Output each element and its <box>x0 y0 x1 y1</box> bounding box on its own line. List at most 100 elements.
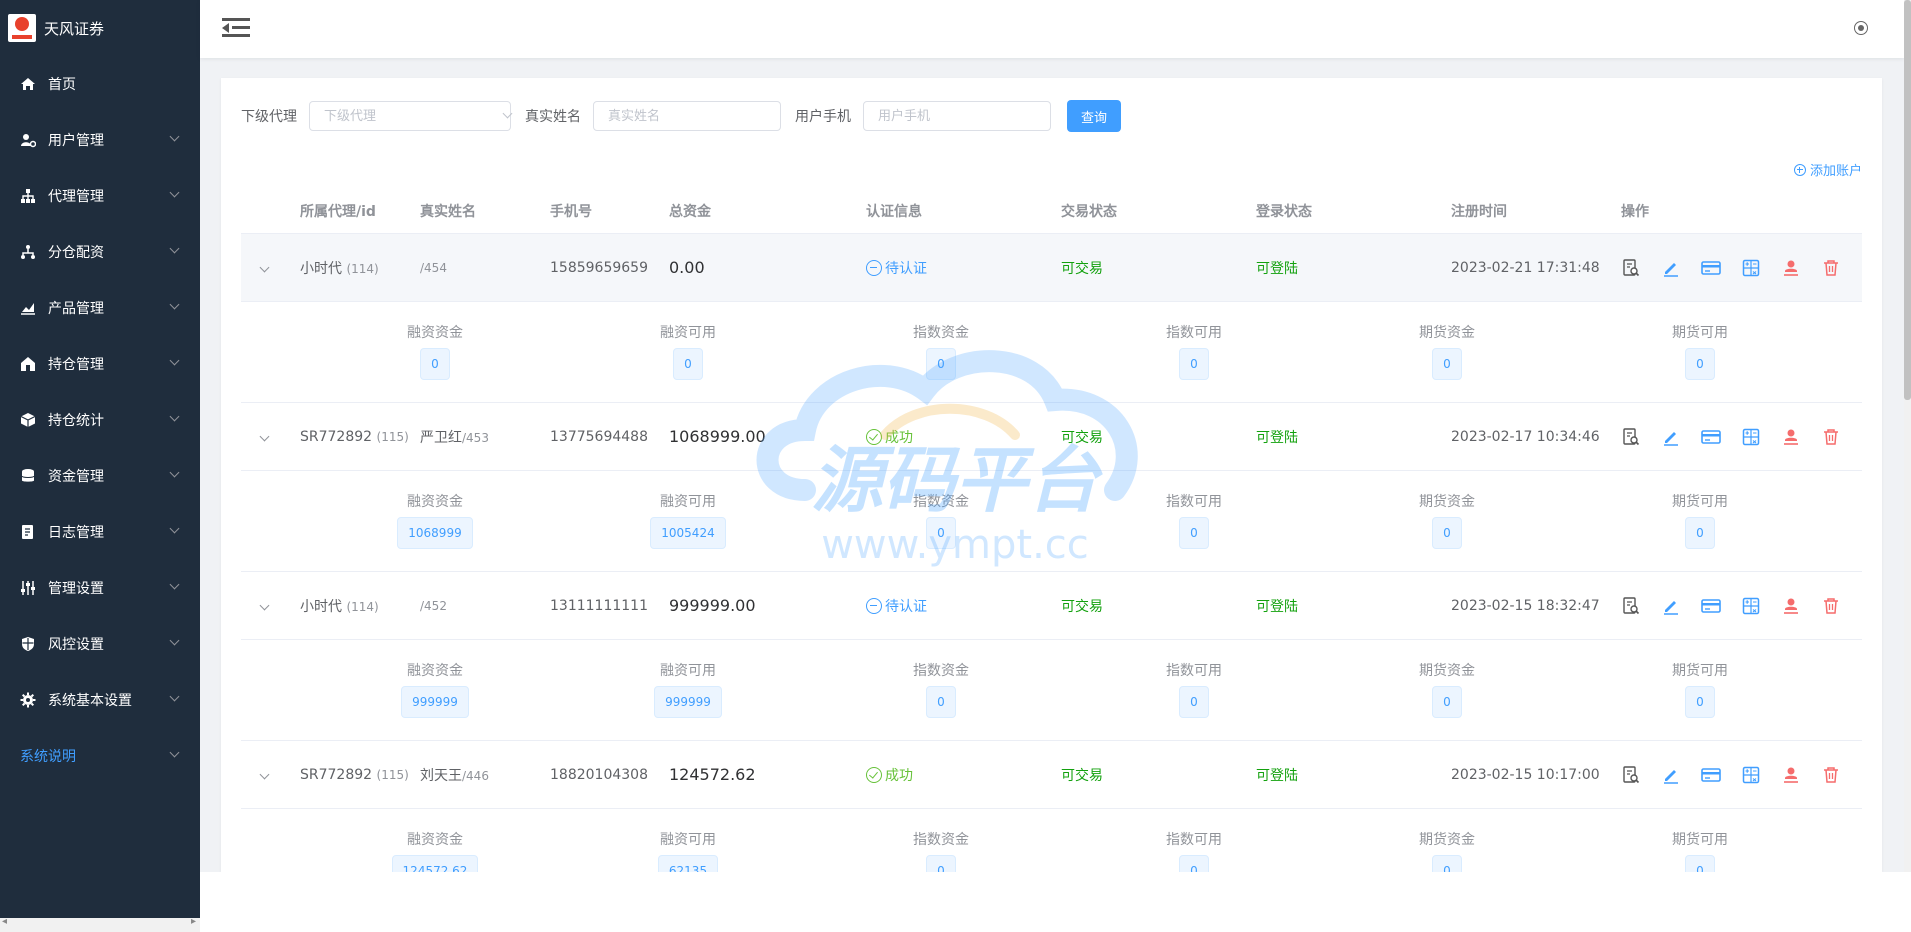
sidebar-item-2[interactable]: 代理管理 <box>0 168 200 224</box>
doc-search-icon[interactable] <box>1621 427 1641 447</box>
add-account-label: 添加账户 <box>1809 164 1862 179</box>
menu-toggle-icon[interactable] <box>222 16 250 40</box>
sidebar-item-1[interactable]: 用户管理 <box>0 112 200 168</box>
trash-icon[interactable] <box>1821 765 1841 785</box>
agent-cell: SR772892 (115) <box>300 429 409 445</box>
chevron-down-icon <box>169 355 180 366</box>
trash-icon[interactable] <box>1821 258 1841 278</box>
sidebar-item-3[interactable]: 分仓配资 <box>0 224 200 280</box>
edit-pencil-icon[interactable] <box>1661 427 1681 447</box>
expand-chevron-icon[interactable] <box>259 431 270 442</box>
chevron-down-icon <box>169 411 180 422</box>
phone-input[interactable] <box>863 101 1051 131</box>
card-icon[interactable] <box>1701 765 1721 785</box>
calculator-icon[interactable] <box>1741 258 1761 278</box>
detail-label: 融资可用 <box>660 663 716 679</box>
doc-search-icon[interactable] <box>1621 765 1641 785</box>
expand-chevron-icon[interactable] <box>259 769 270 780</box>
detail-value-tag: 0 <box>1432 517 1462 549</box>
detail-field: 指数资金 0 <box>841 829 1041 872</box>
real-name: 刘天王 <box>420 767 462 784</box>
auth-status: 成功 <box>866 427 913 447</box>
agent-name: SR772892 <box>300 766 373 783</box>
sidebar-item-5[interactable]: 持仓管理 <box>0 336 200 392</box>
detail-label: 融资资金 <box>407 494 463 510</box>
table-row[interactable]: SR772892 (115) 刘天王/446 18820104308 124572.6… <box>241 741 1862 809</box>
card-icon[interactable] <box>1701 258 1721 278</box>
card-icon[interactable] <box>1701 596 1721 616</box>
real-name-input[interactable] <box>593 101 781 131</box>
trash-icon[interactable] <box>1821 596 1841 616</box>
detail-value-tag: 0 <box>1432 855 1462 872</box>
trade-status: 可交易 <box>1061 429 1103 446</box>
agent-id: (114) <box>346 261 379 276</box>
sidebar-item-label: 代理管理 <box>48 189 104 205</box>
content-card: 下级代理 真实姓名 用户手机 查询 添加账户 所属代理/id真实姓名手机号总资金… <box>221 78 1882 872</box>
add-account-link[interactable]: 添加账户 <box>1793 160 1862 179</box>
sidebar-item-label: 用户管理 <box>48 133 104 149</box>
detail-value-tag: 0 <box>1179 855 1209 872</box>
total-funds-cell: 999999.00 <box>669 596 756 615</box>
auth-status: 待认证 <box>866 258 927 278</box>
expand-chevron-icon[interactable] <box>259 262 270 273</box>
sidebar-item-12[interactable]: 系统说明 <box>0 728 200 784</box>
edit-pencil-icon[interactable] <box>1661 596 1681 616</box>
column-header: 登录状态 <box>1256 203 1312 220</box>
table-row[interactable]: 小时代 (114) /452 13111111111 999999.00 待认证 可交易 可… <box>241 572 1862 640</box>
horizontal-scrollbar[interactable] <box>0 916 200 932</box>
operations-cell <box>1621 765 1861 785</box>
trash-icon[interactable] <box>1821 427 1841 447</box>
column-header: 认证信息 <box>866 203 922 220</box>
calculator-icon[interactable] <box>1741 765 1761 785</box>
sidebar-item-4[interactable]: 产品管理 <box>0 280 200 336</box>
org-tree-icon <box>20 188 36 204</box>
detail-field: 期货资金 0 <box>1347 829 1547 872</box>
agent-name: 小时代 <box>300 598 342 615</box>
user-red-icon[interactable] <box>1781 765 1801 785</box>
minus-circle-icon <box>866 259 882 276</box>
sidebar-item-6[interactable]: 持仓统计 <box>0 392 200 448</box>
vertical-scrollbar[interactable] <box>1904 0 1911 872</box>
user-red-icon[interactable] <box>1781 596 1801 616</box>
detail-field: 期货可用 0 <box>1600 660 1800 718</box>
table-header: 所属代理/id 真实姓名 手机号 总资金 认证信息 交易状态 登录状态 注册时间 操作 <box>241 188 1862 234</box>
sidebar-item-8[interactable]: 日志管理 <box>0 504 200 560</box>
detail-value-tag: 0 <box>1432 686 1462 718</box>
row-detail: 融资资金 1068999 融资可用 1005424 指数资金 0 指数可用 0 期货资金 0 期货可… <box>241 471 1862 572</box>
chevron-down-icon <box>169 187 180 198</box>
sidebar-item-10[interactable]: 风控设置 <box>0 616 200 672</box>
settings-dot-icon[interactable] <box>1854 21 1868 35</box>
detail-label: 指数资金 <box>913 325 969 341</box>
table-row[interactable]: SR772892 (115) 严卫红/453 13775694488 1068999.… <box>241 403 1862 471</box>
query-button[interactable]: 查询 <box>1067 100 1122 132</box>
detail-label: 指数资金 <box>913 663 969 679</box>
agent-select[interactable] <box>309 101 525 131</box>
edit-pencil-icon[interactable] <box>1661 765 1681 785</box>
detail-label: 期货资金 <box>1419 494 1475 510</box>
agent-name: 小时代 <box>300 260 342 277</box>
detail-value-tag: 0 <box>1179 348 1209 380</box>
auth-text: 待认证 <box>885 260 927 277</box>
agent-select-input[interactable] <box>309 101 511 131</box>
detail-field: 期货可用 0 <box>1600 829 1800 872</box>
expand-chevron-icon[interactable] <box>259 600 270 611</box>
card-icon[interactable] <box>1701 427 1721 447</box>
detail-field: 期货可用 0 <box>1600 491 1800 549</box>
sidebar-item-7[interactable]: 资金管理 <box>0 448 200 504</box>
user-red-icon[interactable] <box>1781 427 1801 447</box>
brand-logo[interactable]: 天风证券 <box>0 0 200 56</box>
doc-search-icon[interactable] <box>1621 596 1641 616</box>
auth-status: 待认证 <box>866 596 927 616</box>
sidebar-item-9[interactable]: 管理设置 <box>0 560 200 616</box>
sidebar-item-0[interactable]: 首页 <box>0 56 200 112</box>
sidebar-item-11[interactable]: 系统基本设置 <box>0 672 200 728</box>
doc-search-icon[interactable] <box>1621 258 1641 278</box>
calculator-icon[interactable] <box>1741 427 1761 447</box>
user-red-icon[interactable] <box>1781 258 1801 278</box>
phone-filter-label: 用户手机 <box>795 109 851 125</box>
calculator-icon[interactable] <box>1741 596 1761 616</box>
edit-pencil-icon[interactable] <box>1661 258 1681 278</box>
table-row[interactable]: 小时代 (114) /454 15859659659 0.00 待认证 可交易 可登陆 202… <box>241 234 1862 302</box>
detail-label: 融资资金 <box>407 832 463 848</box>
column-header: 真实姓名 <box>420 203 476 220</box>
